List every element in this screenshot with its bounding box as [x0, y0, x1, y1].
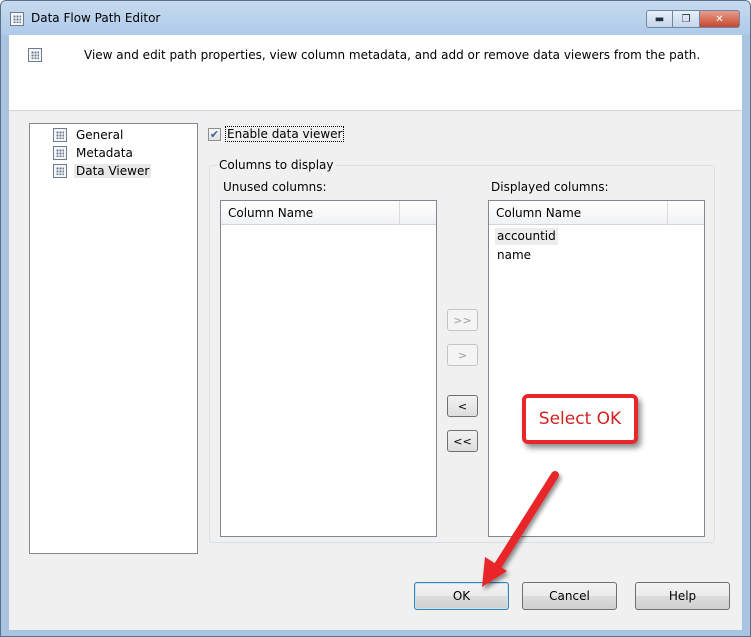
- arrow-shape: [482, 471, 559, 587]
- annotation-arrow-icon: [482, 471, 559, 587]
- dialog-window: Data Flow Path Editor ▬ ❐ ✕ View and edi…: [0, 0, 751, 637]
- annotation-callout: Select OK: [522, 394, 638, 444]
